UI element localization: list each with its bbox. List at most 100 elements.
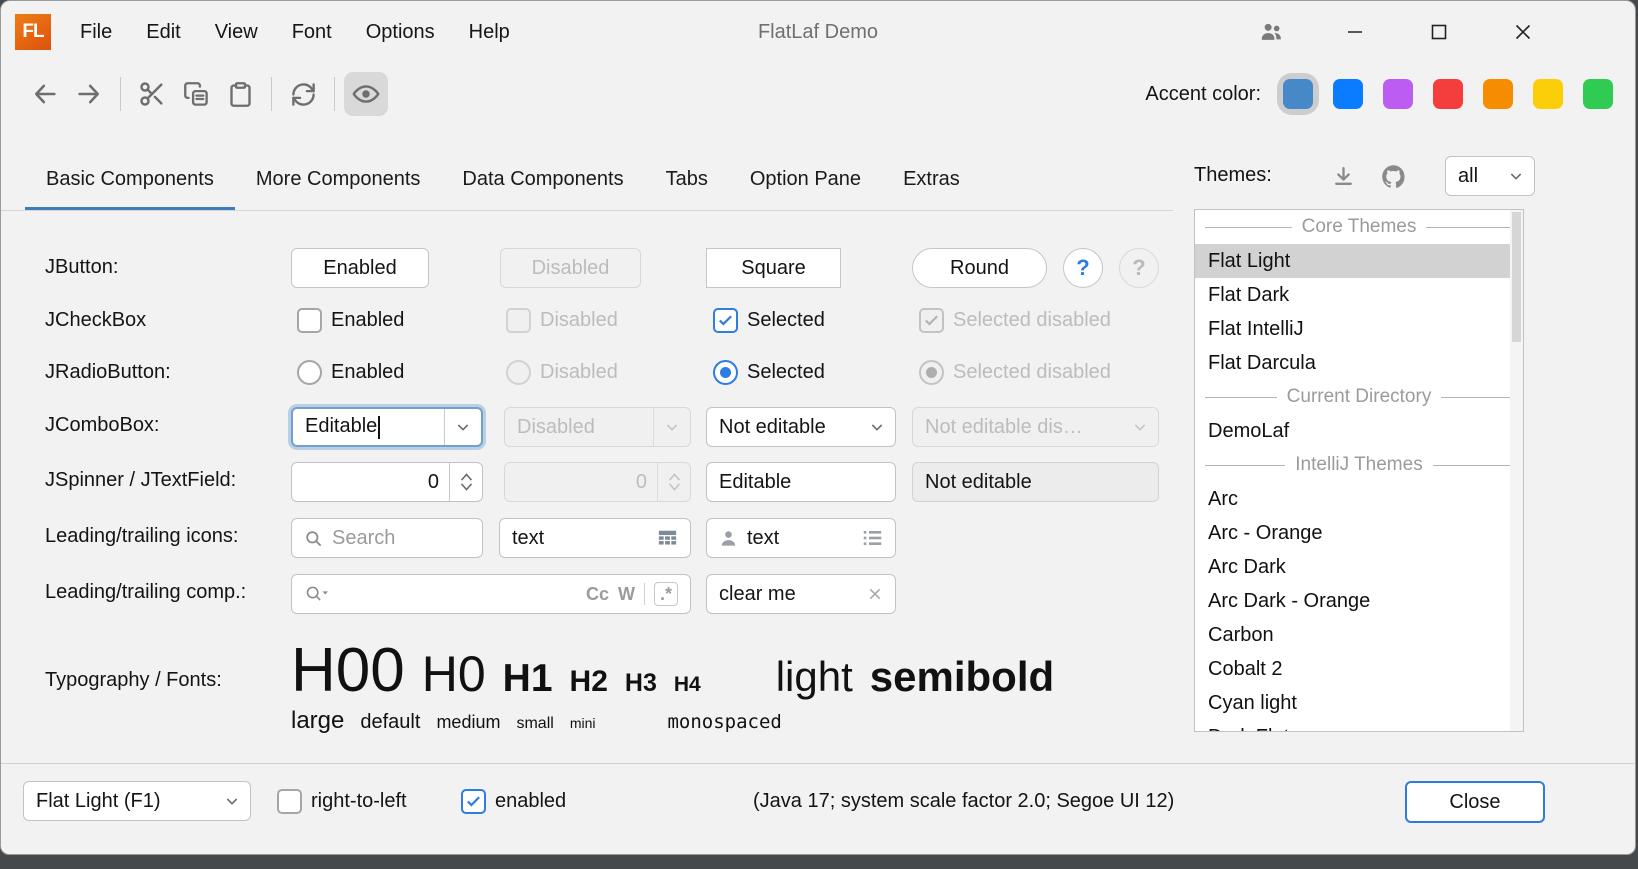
radio-selected[interactable] — [713, 360, 738, 385]
radio-selected-disabled-label: Selected disabled — [953, 361, 1111, 384]
theme-item-flat-darcula[interactable]: Flat Darcula — [1195, 346, 1523, 380]
button-square[interactable]: Square — [706, 248, 841, 288]
clear-x-icon[interactable] — [867, 586, 883, 602]
sample-large: large — [291, 707, 344, 735]
themes-filter-value: all — [1446, 165, 1498, 188]
theme-item-flat-light[interactable]: Flat Light — [1195, 244, 1523, 278]
accent-swatch-blue[interactable] — [1333, 79, 1363, 109]
chevron-down-icon[interactable] — [214, 793, 250, 809]
laf-selector-value: Flat Light (F1) — [24, 790, 214, 813]
chevron-down-icon[interactable] — [859, 419, 895, 435]
help-button[interactable]: ? — [1063, 248, 1103, 288]
show-hidden-toggle-eye-icon[interactable] — [344, 72, 388, 116]
theme-item-arc-dark-orange[interactable]: Arc Dark - Orange — [1195, 584, 1523, 618]
menu-file[interactable]: File — [63, 21, 129, 44]
tab-more-components[interactable]: More Components — [235, 151, 442, 210]
cut-button[interactable] — [130, 72, 174, 116]
sample-monospaced: monospaced — [667, 711, 781, 733]
theme-item-cyan-light[interactable]: Cyan light — [1195, 686, 1523, 720]
github-icon[interactable] — [1377, 160, 1409, 192]
back-button[interactable] — [23, 72, 67, 116]
table-calendar-icon[interactable] — [657, 529, 678, 548]
theme-item-flat-dark[interactable]: Flat Dark — [1195, 278, 1523, 312]
paste-button[interactable] — [218, 72, 262, 116]
accent-swatch-purple[interactable] — [1383, 79, 1413, 109]
list-menu-icon[interactable] — [862, 529, 883, 547]
theme-item-arc-orange[interactable]: Arc - Orange — [1195, 516, 1523, 550]
checkbox-enabled[interactable] — [297, 308, 322, 333]
menu-help[interactable]: Help — [452, 21, 527, 44]
whole-word-toggle[interactable]: W — [618, 584, 635, 605]
users-icon[interactable] — [1247, 1, 1295, 63]
textfield-with-person-icon[interactable]: text — [706, 518, 896, 558]
match-case-toggle[interactable]: Cc — [586, 584, 609, 605]
tab-option-pane[interactable]: Option Pane — [729, 151, 882, 210]
combobox-disabled-value: Disabled — [505, 416, 653, 439]
accent-swatch-green[interactable] — [1583, 79, 1613, 109]
menu-font[interactable]: Font — [275, 21, 349, 44]
theme-item-arc-dark[interactable]: Arc Dark — [1195, 550, 1523, 584]
jradiobutton-row-label: JRadioButton: — [45, 361, 171, 384]
themes-scrollbar-thumb[interactable] — [1512, 212, 1521, 342]
tab-data-components[interactable]: Data Components — [441, 151, 644, 210]
forward-button[interactable] — [67, 72, 111, 116]
enabled-checkbox[interactable] — [461, 789, 486, 814]
themes-scrollbar[interactable] — [1510, 210, 1523, 731]
toolbar-separator — [334, 77, 335, 111]
minimize-button[interactable] — [1331, 1, 1379, 63]
copy-button[interactable] — [174, 72, 218, 116]
chevron-down-icon[interactable] — [1498, 168, 1534, 184]
theme-item-carbon[interactable]: Carbon — [1195, 618, 1523, 652]
accent-swatch-red[interactable] — [1433, 79, 1463, 109]
accent-swatch-default[interactable] — [1283, 79, 1313, 109]
theme-item-arc[interactable]: Arc — [1195, 482, 1523, 516]
close-window-button[interactable] — [1499, 1, 1547, 63]
accent-swatch-yellow[interactable] — [1533, 79, 1563, 109]
refresh-button[interactable] — [281, 72, 325, 116]
theme-item-cobalt-2[interactable]: Cobalt 2 — [1195, 652, 1523, 686]
sample-h0: H0 — [422, 645, 486, 703]
spinner-buttons[interactable] — [450, 463, 482, 501]
spinner-disabled: 0 — [504, 462, 691, 502]
button-enabled[interactable]: Enabled — [291, 248, 429, 288]
enabled-label: enabled — [495, 790, 566, 813]
menu-options[interactable]: Options — [349, 21, 452, 44]
maximize-button[interactable] — [1415, 1, 1463, 63]
help-button-disabled: ? — [1119, 248, 1159, 288]
search-with-dropdown-icon[interactable] — [304, 585, 330, 604]
search-icon — [304, 529, 323, 548]
accent-swatch-orange[interactable] — [1483, 79, 1513, 109]
search-field-with-options[interactable]: Cc W .* — [291, 574, 691, 614]
button-round[interactable]: Round — [912, 248, 1047, 288]
spinner-disabled-value: 0 — [505, 463, 657, 501]
textfield-value: text — [747, 527, 853, 550]
clearable-field[interactable]: clear me — [706, 574, 896, 614]
combobox-not-editable[interactable]: Not editable — [706, 407, 896, 447]
download-icon[interactable] — [1327, 160, 1359, 192]
tab-tabs[interactable]: Tabs — [645, 151, 729, 210]
menu-edit[interactable]: Edit — [129, 21, 197, 44]
checkbox-selected[interactable] — [713, 308, 738, 333]
theme-item-dark-flat[interactable]: Dark Flat — [1195, 720, 1523, 732]
statusbar-divider — [1, 763, 1635, 764]
textfield-editable[interactable]: Editable — [706, 462, 896, 502]
themes-filter-combobox[interactable]: all — [1445, 156, 1535, 196]
tab-extras[interactable]: Extras — [882, 151, 981, 210]
spinner[interactable]: 0 — [291, 462, 483, 502]
sample-h1: H1 — [503, 657, 553, 701]
theme-item-flat-intellij[interactable]: Flat IntelliJ — [1195, 312, 1523, 346]
laf-selector-combobox[interactable]: Flat Light (F1) — [23, 781, 251, 821]
radio-enabled[interactable] — [297, 360, 322, 385]
regex-toggle[interactable]: .* — [654, 582, 678, 606]
menu-view[interactable]: View — [198, 21, 275, 44]
right-to-left-checkbox[interactable] — [277, 789, 302, 814]
checkbox-selected-label: Selected — [747, 309, 825, 332]
spinner-value[interactable]: 0 — [292, 463, 449, 501]
theme-item-demolaf[interactable]: DemoLaf — [1195, 414, 1523, 448]
search-field[interactable]: Search — [291, 518, 483, 558]
close-button[interactable]: Close — [1405, 781, 1545, 823]
combobox-editable[interactable]: Editable — [291, 407, 483, 447]
textfield-with-calendar-icon[interactable]: text — [499, 518, 691, 558]
tab-basic-components[interactable]: Basic Components — [25, 151, 235, 210]
chevron-down-icon[interactable] — [445, 419, 481, 435]
